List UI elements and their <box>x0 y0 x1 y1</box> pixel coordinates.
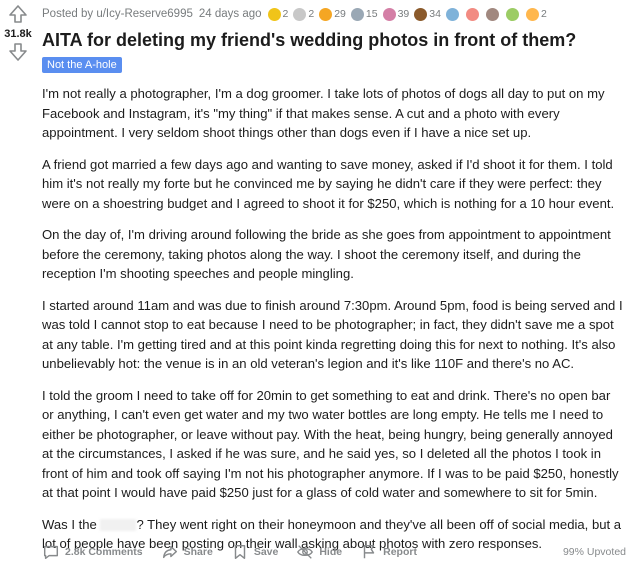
report-label: Report <box>383 546 417 558</box>
post-paragraph: I'm not really a photographer, I'm a dog… <box>42 86 605 140</box>
share-button[interactable]: Share <box>161 543 213 561</box>
helpful-award-icon <box>350 7 364 21</box>
share-label: Share <box>183 546 213 558</box>
award-item[interactable] <box>505 7 521 21</box>
award-item[interactable]: 2 <box>525 7 547 21</box>
posted-by[interactable]: Posted by u/Icy-Reserve6995 <box>42 8 193 20</box>
award-item[interactable] <box>465 7 481 21</box>
comments-button[interactable]: 2.8k Comments <box>42 543 143 561</box>
award-item[interactable]: 2 <box>293 7 315 21</box>
post-paragraph: On the day of, I'm driving around follow… <box>42 227 611 281</box>
award-item[interactable] <box>485 7 501 21</box>
award-item[interactable]: 2 <box>267 7 289 21</box>
brain-award-icon <box>382 7 396 21</box>
poop-award-icon <box>414 7 428 21</box>
post-paragraph: I told the groom I need to take off for … <box>42 387 619 501</box>
hide-eye-icon <box>297 545 314 559</box>
award-count: 15 <box>365 8 378 20</box>
award-item[interactable] <box>445 7 461 21</box>
award-count: 2 <box>308 8 315 20</box>
post-time: 24 days ago <box>198 8 262 20</box>
hide-button[interactable]: Hide <box>296 543 342 561</box>
misc-award-icon-3 <box>485 7 499 21</box>
misc-award-icon-2 <box>465 7 479 21</box>
award-item[interactable]: 29 <box>319 7 346 21</box>
last-para-start: Was I the <box>42 516 97 532</box>
report-button[interactable]: Report <box>360 543 417 561</box>
wholesome-award-icon <box>319 7 333 21</box>
award-item[interactable]: 39 <box>382 7 410 21</box>
comment-icon <box>43 545 59 560</box>
flag-icon <box>363 544 375 559</box>
misc-award-icon-1 <box>445 7 459 21</box>
award-count: 2 <box>282 8 289 20</box>
post-title: AITA for deleting my friend's wedding ph… <box>42 30 577 50</box>
vote-score: 31.8k <box>4 28 32 40</box>
award-item[interactable]: 15 <box>350 7 378 21</box>
award-count: 34 <box>429 8 441 20</box>
award-count: 29 <box>334 8 346 20</box>
awards-list[interactable]: 2 2 29 15 39 34 2 <box>267 7 552 21</box>
comments-label: 2.8k Comments <box>65 546 143 558</box>
vote-column: 31.8k <box>0 0 36 62</box>
award-count: 2 <box>540 8 547 20</box>
award-item[interactable]: 34 <box>414 7 441 21</box>
save-label: Save <box>253 546 279 558</box>
misc-award-icon-5 <box>525 7 539 21</box>
post-meta: Posted by u/Icy-Reserve6995 24 days ago … <box>42 4 552 24</box>
hide-label: Hide <box>319 546 343 558</box>
downvote-arrow-icon[interactable] <box>8 42 28 62</box>
share-icon <box>162 545 177 559</box>
post-actions: 2.8k Comments Share Save Hide Report 99%… <box>42 541 626 563</box>
silver-award-icon <box>293 7 307 21</box>
redacted-word <box>100 519 137 532</box>
save-button[interactable]: Save <box>231 543 279 561</box>
upvote-arrow-icon[interactable] <box>8 4 28 24</box>
post-body: I'm not really a photographer, I'm a dog… <box>42 84 624 566</box>
post-flair[interactable]: Not the A-hole <box>42 57 122 73</box>
upvote-ratio: 99% Upvoted <box>562 546 626 558</box>
misc-award-icon-4 <box>505 7 519 21</box>
post-paragraph: I started around 11am and was due to fin… <box>42 297 623 372</box>
bookmark-icon <box>234 544 246 560</box>
post-paragraph: A friend got married a few days ago and … <box>42 156 615 211</box>
award-count: 39 <box>397 8 410 20</box>
gold-award-icon <box>267 7 281 21</box>
